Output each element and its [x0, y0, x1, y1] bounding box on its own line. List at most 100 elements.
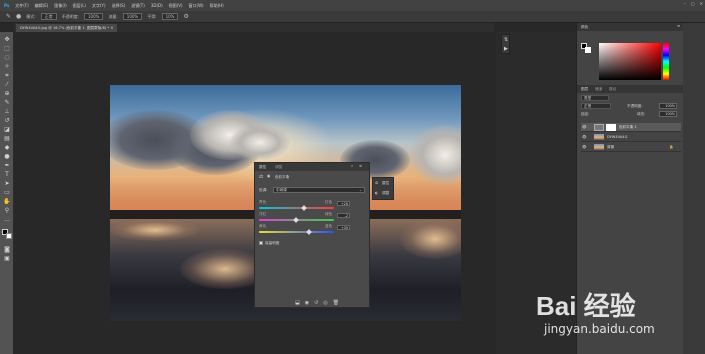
ps-logo-icon[interactable]: Ps	[4, 3, 9, 8]
yellow-blue-slider[interactable]	[259, 231, 334, 233]
brush-tool-icon[interactable]: ✎	[3, 99, 11, 106]
background-color-swatch[interactable]	[6, 233, 12, 239]
tab-paths[interactable]: 路径	[609, 87, 616, 92]
path-selection-tool-icon[interactable]: ➤	[3, 180, 11, 187]
eye-icon[interactable]: 👁	[582, 143, 587, 152]
tab-adjustments[interactable]: 调整	[275, 165, 282, 170]
menu-item-filter[interactable]: 滤镜(T)	[131, 3, 145, 9]
close-tab-icon[interactable]: ✕	[110, 26, 113, 30]
play-icon[interactable]: ▶	[504, 46, 508, 52]
zoom-tool-icon[interactable]: ⚲	[3, 207, 11, 214]
minimize-icon[interactable]: –	[684, 1, 686, 6]
lasso-tool-icon[interactable]: ◌	[3, 54, 11, 61]
opacity-input[interactable]: 100%	[84, 13, 104, 20]
quick-select-tool-icon[interactable]: ✧	[3, 63, 11, 70]
clone-stamp-tool-icon[interactable]: ⊥	[3, 108, 11, 115]
rectangle-tool-icon[interactable]: ▭	[3, 189, 11, 196]
menu-item-help[interactable]: 帮助(H)	[210, 3, 224, 9]
gradient-tool-icon[interactable]: ▤	[3, 135, 11, 142]
menu-item-window[interactable]: 窗口(W)	[189, 3, 204, 9]
fill-input[interactable]: 100%	[659, 111, 677, 117]
history-brush-tool-icon[interactable]: ↺	[3, 117, 11, 124]
marquee-tool-icon[interactable]: ⬚	[3, 45, 11, 52]
mode-select[interactable]: 正常	[40, 13, 57, 20]
properties-mini-icon[interactable]: ⚙	[375, 181, 378, 185]
tab-properties[interactable]: 属性	[259, 165, 266, 170]
menu-item-select[interactable]: 选择(S)	[112, 3, 126, 9]
color-balance-icon: ⚖	[259, 174, 264, 180]
smoothing-input[interactable]: 10%	[161, 13, 179, 20]
move-tool-icon[interactable]: ✥	[3, 36, 11, 43]
menu-item-type[interactable]: 文字(Y)	[92, 3, 106, 9]
menu-item-view[interactable]: 视图(V)	[169, 3, 183, 9]
layer-filter-select[interactable]: 类型	[581, 95, 609, 101]
color-panel-title[interactable]: 颜色	[581, 25, 588, 30]
yellow-blue-value[interactable]: +39	[337, 225, 350, 230]
bg-color-chip[interactable]	[585, 47, 591, 53]
dodge-tool-icon[interactable]: ●	[3, 153, 11, 160]
color-panel-menu-icon[interactable]: ≡	[677, 24, 680, 28]
menu-item-file[interactable]: 文件(F)	[15, 3, 28, 9]
eraser-tool-icon[interactable]: ◪	[3, 126, 11, 133]
cyan-red-value[interactable]: +26	[337, 201, 350, 206]
properties-mini-label[interactable]: 属性	[382, 181, 389, 186]
preserve-luminosity-checkbox[interactable]	[259, 241, 263, 245]
view-previous-icon[interactable]: ◉	[305, 300, 309, 307]
menu-item-image[interactable]: 图像(I)	[54, 3, 66, 9]
layer-row[interactable]: 👁 色彩平衡 1	[581, 123, 681, 132]
screen-mode-icon[interactable]: ▣	[3, 255, 11, 262]
eyedropper-tool-icon[interactable]: ⁄	[3, 81, 11, 88]
history-icon[interactable]: ⇅	[504, 37, 508, 43]
layer-row[interactable]: 👁 背景 🔒	[581, 143, 681, 152]
yellow-blue-slider-knob[interactable]	[305, 229, 312, 235]
pen-tool-icon[interactable]: ✒	[3, 162, 11, 169]
menu-item-layer[interactable]: 图层(L)	[73, 3, 86, 9]
blur-tool-icon[interactable]: ◆	[3, 144, 11, 151]
magenta-green-value[interactable]: -2	[337, 213, 350, 218]
close-icon[interactable]: ✕	[700, 1, 703, 6]
settings-gear-icon[interactable]: ⚙	[183, 13, 188, 20]
layer-name: 色彩平衡 1	[619, 125, 637, 129]
maximize-icon[interactable]: ▢	[691, 1, 695, 6]
collapse-icon[interactable]: »	[351, 164, 353, 168]
type-tool-icon[interactable]: T	[3, 171, 11, 178]
tools-panel: ✥ ⬚ ◌ ✧ ⌗ ⁄ ⊕ ✎ ⊥ ↺ ◪ ▤ ◆ ● ✒ T ➤ ▭ ✋ ⚲ …	[0, 32, 14, 354]
more-tools-icon[interactable]: …	[3, 216, 11, 223]
flow-input[interactable]: 100%	[122, 13, 143, 20]
canvas-area[interactable]: 属性 调整 » ≡ ⚖ ▣ 色彩平衡 色调: 中间调 ⌄ 青色 红色 +26 洋…	[14, 32, 496, 354]
document-tab[interactable]: DYW4VA4G.jpg @ 16.7% (色彩平衡 1, 图层蒙版/8) * …	[16, 24, 118, 32]
color-picker-field[interactable]	[599, 43, 661, 80]
tab-layers[interactable]: 图层	[581, 87, 588, 92]
smoothing-label: 平滑:	[147, 13, 157, 19]
layer-row[interactable]: 👁 DYW4VA4G	[581, 133, 681, 142]
menu-item-edit[interactable]: 编辑(E)	[35, 3, 49, 9]
menu-item-3d[interactable]: 3D(D)	[151, 3, 163, 8]
crop-tool-icon[interactable]: ⌗	[3, 72, 11, 79]
layer-opacity-input[interactable]: 100%	[659, 103, 677, 109]
reset-icon[interactable]: ↺	[314, 300, 318, 307]
adjustments-mini-label[interactable]: 调整	[382, 191, 389, 196]
adjustments-mini-icon[interactable]: ◐	[375, 191, 378, 195]
clip-to-layer-icon[interactable]: ⬓	[295, 300, 300, 307]
delete-icon[interactable]: 🗑	[333, 300, 339, 307]
eye-icon[interactable]: 👁	[582, 133, 587, 142]
layer-mask-thumb[interactable]	[606, 124, 616, 131]
healing-brush-tool-icon[interactable]: ⊕	[3, 90, 11, 97]
blend-mode-select[interactable]: 正常	[581, 103, 611, 109]
baidu-jingyan-watermark: Bai 经验 jingyan.baidu.com	[528, 282, 688, 348]
brush-preset-icon[interactable]: ●	[16, 13, 21, 20]
quick-mask-icon[interactable]: ◙	[3, 246, 11, 253]
magenta-green-slider-knob[interactable]	[292, 217, 299, 223]
mask-icon[interactable]: ▣	[267, 174, 270, 178]
hand-tool-icon[interactable]: ✋	[3, 198, 11, 205]
tone-select[interactable]: 中间调 ⌄	[273, 187, 365, 193]
brush-tool-icon[interactable]: ✎	[6, 13, 11, 20]
hue-slider[interactable]	[663, 43, 669, 80]
visibility-icon[interactable]: ◎	[323, 300, 327, 307]
panel-menu-icon[interactable]: ≡	[359, 164, 362, 168]
layers-panel-header: 图层 通道 路径	[577, 85, 683, 93]
tab-channels[interactable]: 通道	[595, 87, 602, 92]
cyan-red-slider[interactable]	[259, 207, 334, 209]
menu-bar: Ps 文件(F) 编辑(E) 图像(I) 图层(L) 文字(Y) 选择(S) 滤…	[0, 0, 705, 11]
eye-icon[interactable]: 👁	[582, 123, 587, 132]
